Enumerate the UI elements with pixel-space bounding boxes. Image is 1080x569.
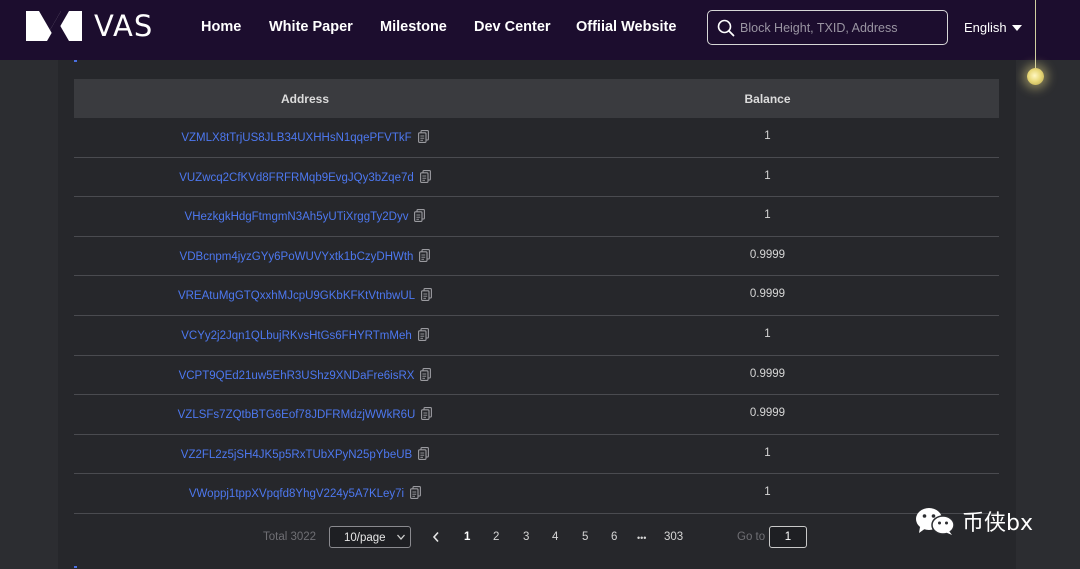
table-body: VZMLX8tTrjUS8JLB34UXHHsN1qqePFVTkF 1 VUZwc… <box>74 118 999 514</box>
page-size-select[interactable]: 10/page <box>329 526 411 548</box>
balance-cell: 0.9999 <box>749 248 786 261</box>
copy-icon[interactable] <box>417 130 429 146</box>
address-cell: VREAtuMgGTQxxhMJcpU9GKbKFKtVtnbwUL <box>74 288 536 304</box>
table-row: VCPT9QEd21uw5EhR3UShz9XNDaFre6isRX 0.9999 <box>74 356 999 396</box>
language-selector[interactable]: English <box>964 20 1022 35</box>
address-link[interactable]: VUZwcq2CfKVd8FRFRMqb9EvgJQy3bZqe7d <box>179 172 414 184</box>
page-size-value: 10/page <box>344 532 386 544</box>
balance-cell: 0.9999 <box>749 288 786 301</box>
table-row: VZMLX8tTrjUS8JLB34UXHHsN1qqePFVTkF 1 <box>74 118 999 158</box>
column-header-address: Address <box>280 92 330 106</box>
search-icon <box>717 19 735 37</box>
prev-page-icon[interactable] <box>431 530 441 544</box>
column-header-balance: Balance <box>744 92 791 106</box>
watermark: 币侠bx <box>914 506 1033 536</box>
nav-home[interactable]: Home <box>201 19 241 35</box>
address-link[interactable]: VZMLX8tTrjUS8JLB34UXHHsN1qqePFVTkF <box>181 132 411 144</box>
watermark-text: 币侠bx <box>962 511 1033 536</box>
address-link[interactable]: VZ2FL2z5jSH4JK5p5RxTUbXPyN25pYbeUB <box>181 449 412 461</box>
address-link[interactable]: VREAtuMgGTQxxhMJcpU9GKbKFKtVtnbwUL <box>178 290 415 302</box>
total-count: Total 3022 <box>263 531 317 543</box>
balance-cell: 1 <box>764 446 771 459</box>
table-row: VCYy2j2Jqn1QLbujRKvsHtGs6FHYRTmMeh 1 <box>74 316 999 356</box>
copy-icon[interactable] <box>421 288 432 304</box>
address-link[interactable]: VWoppj1tppXVpqfd8YhgV224y5A7KLey7i <box>189 488 404 500</box>
page-5[interactable]: 5 <box>582 531 588 543</box>
copy-icon[interactable] <box>418 446 430 463</box>
address-cell: VZMLX8tTrjUS8JLB34UXHHsN1qqePFVTkF <box>74 130 536 146</box>
copy-icon[interactable] <box>419 169 431 186</box>
address-cell: VCPT9QEd21uw5EhR3UShz9XNDaFre6isRX <box>74 367 536 384</box>
address-cell: VDBcnpm4jyzGYy6PoWUVYxtk1bCzyDHWth <box>74 248 536 265</box>
lamp-bulb-icon <box>1027 68 1044 85</box>
balance-cell: 1 <box>764 209 771 222</box>
wechat-icon <box>916 508 955 535</box>
copy-icon[interactable] <box>419 248 431 265</box>
balance-cell: 0.9999 <box>749 367 786 380</box>
copy-icon[interactable] <box>417 328 429 344</box>
table-row: VUZwcq2CfKVd8FRFRMqb9EvgJQy3bZqe7d 1 <box>74 158 999 198</box>
address-link[interactable]: VZLSFs7ZQtbBTG6Eof78JDFRMdzjWWkR6U <box>178 409 416 421</box>
chevron-down-icon <box>397 534 405 540</box>
copy-icon[interactable] <box>410 486 422 502</box>
address-balance-table: Address Balance VZMLX8tTrjUS8JLB34UXHHsN… <box>74 79 999 514</box>
panel-accent <box>74 566 77 568</box>
nav-official-website[interactable]: Offiial Website <box>576 19 676 35</box>
vas-logo-icon <box>26 11 82 41</box>
nav-white-paper[interactable]: White Paper <box>269 19 353 35</box>
page-1[interactable]: 1 <box>464 531 470 543</box>
address-cell: VUZwcq2CfKVd8FRFRMqb9EvgJQy3bZqe7d <box>74 169 536 186</box>
goto-label: Go to <box>737 531 766 543</box>
address-link[interactable]: VDBcnpm4jyzGYy6PoWUVYxtk1bCzyDHWth <box>180 251 414 263</box>
address-link[interactable]: VCPT9QEd21uw5EhR3UShz9XNDaFre6isRX <box>179 370 415 382</box>
address-link[interactable]: VCYy2j2Jqn1QLbujRKvsHtGs6FHYRTmMeh <box>181 330 412 342</box>
logo-text: VAS <box>94 9 154 43</box>
page-6[interactable]: 6 <box>611 531 617 543</box>
address-cell: VZ2FL2z5jSH4JK5p5RxTUbXPyN25pYbeUB <box>74 446 536 463</box>
page-4[interactable]: 4 <box>552 531 558 543</box>
copy-icon[interactable] <box>420 367 432 384</box>
balance-cell: 1 <box>764 130 771 142</box>
balance-cell: 1 <box>764 327 771 340</box>
address-link[interactable]: VHezkgkHdgFtmgmN3Ah5yUTiXrggTy2Dyv <box>185 211 409 223</box>
more-pages[interactable]: ••• <box>637 533 646 543</box>
address-cell: VWoppj1tppXVpqfd8YhgV224y5A7KLey7i <box>74 486 536 502</box>
copy-icon[interactable] <box>421 407 433 423</box>
table-header: Address Balance <box>74 79 999 118</box>
address-cell: VCYy2j2Jqn1QLbujRKvsHtGs6FHYRTmMeh <box>74 328 536 344</box>
balance-cell: 0.9999 <box>749 407 786 420</box>
page-2[interactable]: 2 <box>493 531 499 543</box>
language-label: English <box>964 20 1007 35</box>
address-cell: VZLSFs7ZQtbBTG6Eof78JDFRMdzjWWkR6U <box>74 407 536 423</box>
nav-milestone[interactable]: Milestone <box>380 19 447 35</box>
table-row: VHezkgkHdgFtmgmN3Ah5yUTiXrggTy2Dyv 1 <box>74 197 999 237</box>
table-row: VZLSFs7ZQtbBTG6Eof78JDFRMdzjWWkR6U 0.9999 <box>74 395 999 435</box>
page-last[interactable]: 303 <box>664 531 683 543</box>
search-input[interactable] <box>740 17 940 39</box>
search-box[interactable] <box>707 10 948 45</box>
logo[interactable]: VAS <box>26 9 154 43</box>
caret-down-icon <box>1011 25 1022 31</box>
table-row: VZ2FL2z5jSH4JK5p5RxTUbXPyN25pYbeUB 1 <box>74 435 999 475</box>
address-cell: VHezkgkHdgFtmgmN3Ah5yUTiXrggTy2Dyv <box>74 209 536 225</box>
page-3[interactable]: 3 <box>523 531 529 543</box>
balance-cell: 1 <box>764 486 771 499</box>
panel-accent <box>74 60 77 62</box>
nav-dev-center[interactable]: Dev Center <box>474 19 551 35</box>
goto-page-input[interactable] <box>769 526 807 548</box>
top-navigation-bar: VAS Home White Paper Milestone Dev Cente… <box>0 0 1080 60</box>
table-row: VDBcnpm4jyzGYy6PoWUVYxtk1bCzyDHWth 0.9999 <box>74 237 999 277</box>
table-row: VWoppj1tppXVpqfd8YhgV224y5A7KLey7i 1 <box>74 474 999 514</box>
balance-cell: 1 <box>764 169 771 182</box>
table-row: VREAtuMgGTQxxhMJcpU9GKbKFKtVtnbwUL 0.9999 <box>74 276 999 316</box>
copy-icon[interactable] <box>414 209 426 225</box>
lamp-wire <box>1035 0 1036 72</box>
